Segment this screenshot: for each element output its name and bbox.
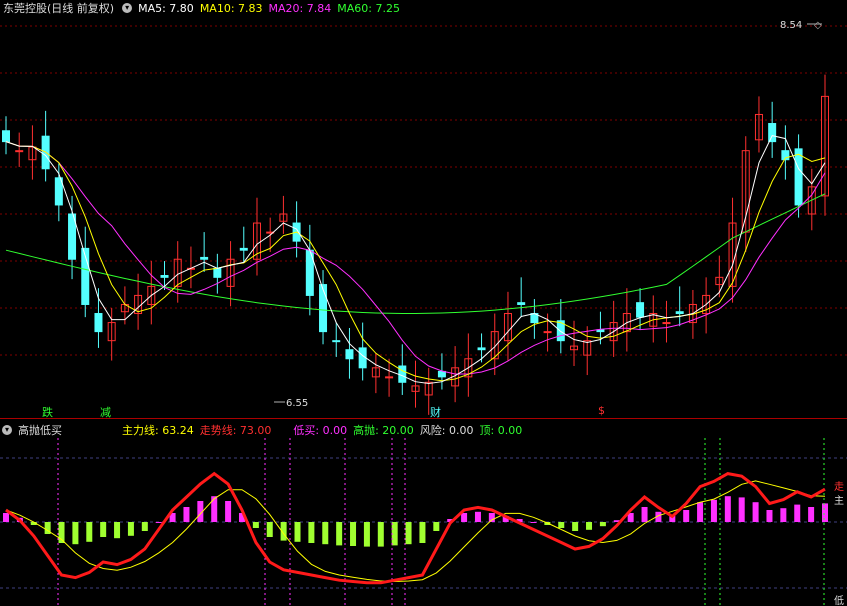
histogram-bar xyxy=(586,522,593,530)
right-label-trend: 走 xyxy=(834,481,844,493)
histogram-bar xyxy=(780,508,787,522)
right-label-low: 低 xyxy=(834,594,844,606)
indicator-title[interactable]: 高抛低买 xyxy=(18,422,62,438)
candle-body xyxy=(345,349,354,360)
histogram-bar xyxy=(155,522,162,523)
candle-body xyxy=(319,284,328,333)
histogram-bar xyxy=(183,507,190,522)
candle-body xyxy=(239,247,248,251)
histogram-bar xyxy=(488,513,495,522)
histogram-bar xyxy=(350,522,357,546)
histogram-bar xyxy=(572,522,579,531)
histogram-bar xyxy=(808,507,815,522)
risk-value: 风险: 0.00 xyxy=(419,424,474,437)
candle-body xyxy=(200,256,209,260)
histogram-bar xyxy=(752,502,759,522)
settings-icon[interactable]: ◇ xyxy=(814,20,822,31)
stock-chart-window: { "top": { "title": "东莞控股(日线 前复权)", "ma5… xyxy=(0,0,847,606)
histogram-bar xyxy=(3,513,9,522)
indicator-histogram xyxy=(3,496,828,547)
candle-body xyxy=(332,340,341,343)
ma5-value: MA5: 7.80 xyxy=(138,1,194,15)
low-buy-value: 低买: 0.00 xyxy=(293,424,348,437)
candle-body xyxy=(636,302,645,318)
candle-body xyxy=(675,311,684,315)
histogram-bar xyxy=(724,496,731,522)
candle-body xyxy=(477,347,486,351)
candle-body xyxy=(2,130,10,143)
histogram-bar xyxy=(308,522,315,543)
candle-body xyxy=(596,329,605,333)
candle-body xyxy=(213,267,222,278)
histogram-bar xyxy=(419,522,426,543)
histogram-bar xyxy=(641,507,648,522)
histogram-bar xyxy=(683,510,690,522)
trend-line-value: 走势线: 73.00 xyxy=(199,424,272,437)
histogram-bar xyxy=(461,513,468,522)
main-line-value: 主力线: 63.24 xyxy=(122,424,194,437)
high-sell-value: 高抛: 20.00 xyxy=(353,424,414,437)
candle-body xyxy=(385,376,394,379)
main-chart-header: 东莞控股(日线 前复权) ▾ MA5: 7.80 MA10: 7.83 MA20… xyxy=(0,0,406,16)
histogram-bar xyxy=(294,522,301,542)
candle-body xyxy=(768,123,777,143)
histogram-bar xyxy=(710,499,717,522)
dropdown-icon[interactable]: ▾ xyxy=(2,425,12,435)
histogram-bar xyxy=(114,522,121,539)
candle-body xyxy=(398,365,407,383)
ma20-line xyxy=(5,141,826,375)
right-label-main: 主 xyxy=(834,495,844,507)
indicator-header: ▾ 高抛低买 主力线: 63.24 走势线: 73.00 低买: 0.00 高抛… xyxy=(0,422,528,438)
histogram-bar xyxy=(266,522,273,537)
histogram-bar xyxy=(530,522,537,523)
histogram-bar xyxy=(391,522,398,546)
histogram-bar xyxy=(766,510,773,522)
low-price-label: 6.55 xyxy=(286,398,308,409)
candle-body xyxy=(94,313,103,333)
stock-title[interactable]: 东莞控股(日线 前复权) xyxy=(3,0,114,16)
histogram-bar xyxy=(558,522,565,528)
indicator-chart[interactable]: 走 主 低 xyxy=(0,438,847,606)
histogram-bar xyxy=(405,522,412,545)
panel-divider xyxy=(0,418,847,419)
histogram-bar xyxy=(322,522,329,545)
top-value: 顶: 0.00 xyxy=(479,424,523,437)
histogram-bar xyxy=(252,522,259,528)
ma60-value: MA60: 7.25 xyxy=(337,1,400,15)
candles xyxy=(2,74,829,415)
ma20-value: MA20: 7.84 xyxy=(268,1,332,15)
candle-body xyxy=(15,150,24,153)
candle-body xyxy=(517,302,526,305)
histogram-bar xyxy=(72,522,79,545)
histogram-bar xyxy=(697,502,704,522)
histogram-bar xyxy=(127,522,134,536)
dropdown-icon[interactable]: ▾ xyxy=(122,3,133,13)
histogram-bar xyxy=(336,522,343,546)
candle-body xyxy=(794,148,803,206)
histogram-bar xyxy=(211,496,218,522)
histogram-bar xyxy=(474,511,481,522)
histogram-bar xyxy=(225,501,232,522)
histogram-bar xyxy=(822,503,828,522)
candle-body xyxy=(160,275,169,278)
histogram-bar xyxy=(86,522,93,542)
histogram-bar xyxy=(794,504,801,522)
histogram-bar xyxy=(141,522,148,531)
histogram-bar xyxy=(363,522,370,547)
ma10-value: MA10: 7.83 xyxy=(199,1,263,15)
histogram-bar xyxy=(599,522,606,527)
candle-body xyxy=(662,322,671,325)
histogram-bar xyxy=(738,497,745,522)
candle-body xyxy=(543,331,552,334)
event-marker-dollar[interactable]: $ xyxy=(598,404,605,417)
histogram-bar xyxy=(433,522,440,531)
candlestick-chart[interactable]: 8.54 6.55 ◇ xyxy=(0,16,847,420)
histogram-bar xyxy=(100,522,107,537)
high-price-label: 8.54 xyxy=(780,20,802,31)
histogram-bar xyxy=(377,522,384,547)
candle-body xyxy=(437,370,446,378)
